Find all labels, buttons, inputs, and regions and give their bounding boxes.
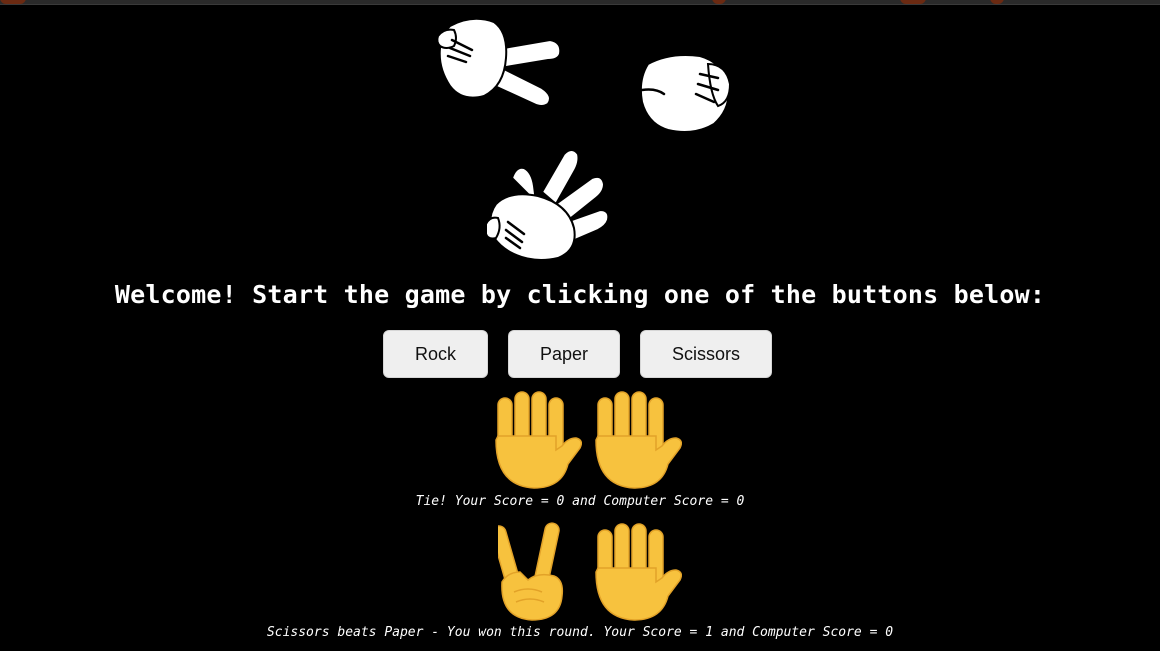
round-result: Scissors beats Paper - You won this roun… xyxy=(0,522,1160,640)
welcome-heading: Welcome! Start the game by clicking one … xyxy=(114,280,1046,309)
victory-hand-emoji xyxy=(491,522,568,626)
raised-hand-emoji xyxy=(490,390,583,494)
scissors-hand-icon xyxy=(432,10,567,110)
rock-fist-icon xyxy=(634,50,734,136)
round-result: Tie! Your Score = 0 and Computer Score =… xyxy=(0,390,1160,509)
round-emojis xyxy=(0,522,1160,622)
round-result-text: Tie! Your Score = 0 and Computer Score =… xyxy=(415,494,745,509)
rock-button[interactable]: Rock xyxy=(383,330,488,378)
paper-button[interactable]: Paper xyxy=(508,330,620,378)
raised-hand-emoji xyxy=(590,522,683,626)
rock-paper-scissors-illustration xyxy=(0,0,1160,270)
round-emojis xyxy=(0,390,1160,490)
choice-buttons: Rock Paper Scissors xyxy=(0,330,1160,380)
round-result-text: Scissors beats Paper - You won this roun… xyxy=(266,625,894,640)
paper-hand-icon xyxy=(482,146,612,264)
scissors-button[interactable]: Scissors xyxy=(640,330,772,378)
raised-hand-emoji xyxy=(590,390,683,494)
